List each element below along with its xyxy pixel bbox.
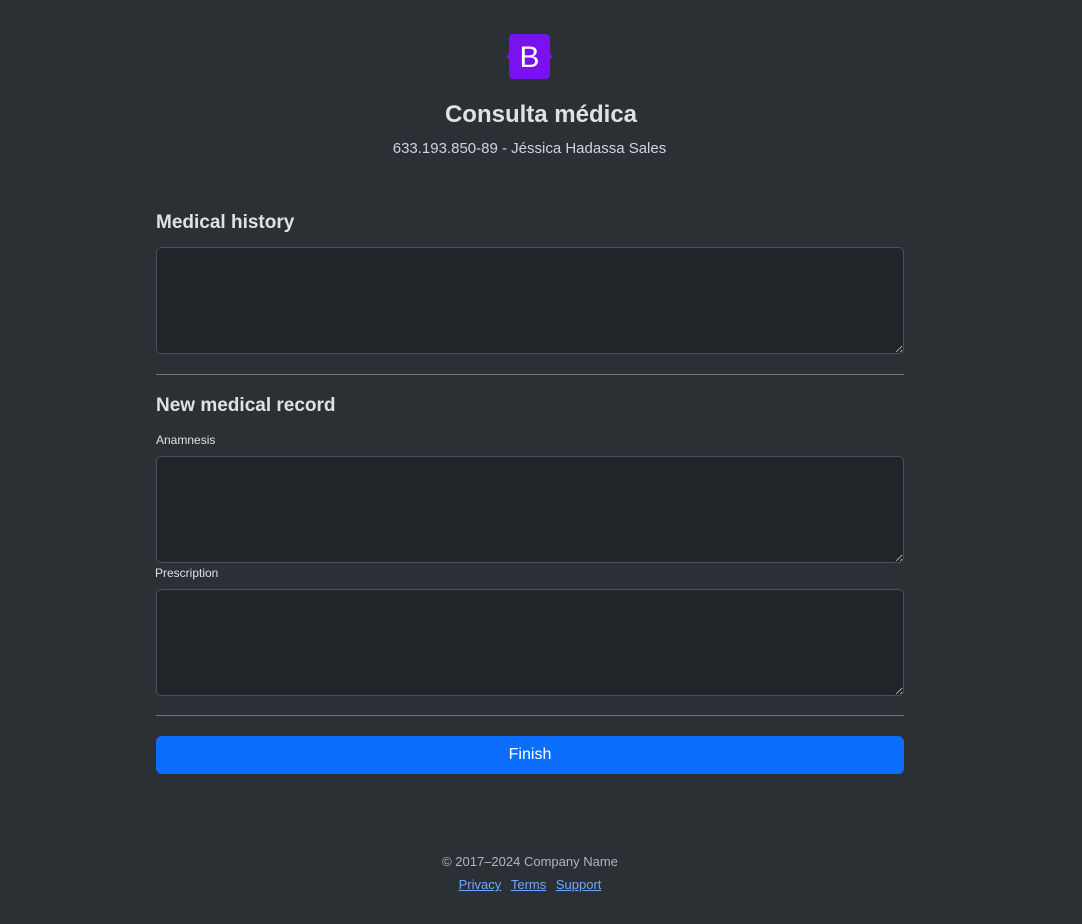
footer-copyright: © 2017–2024 Company Name <box>442 854 618 869</box>
patient-info: 633.193.850-89 - Jéssica Hadassa Sales <box>392 140 667 157</box>
medical-history-heading: Medical history <box>156 212 295 233</box>
bootstrap-logo-icon: B <box>500 33 559 80</box>
footer-links: Privacy Terms Support <box>0 876 1060 893</box>
finish-button[interactable]: Finish <box>156 736 904 774</box>
page: B Consulta médica 633.193.850-89 - Jéssi… <box>0 0 1082 924</box>
support-link[interactable]: Support <box>556 877 602 892</box>
privacy-link[interactable]: Privacy <box>459 877 502 892</box>
svg-text:B: B <box>519 41 539 74</box>
page-title: Consulta médica <box>444 101 638 128</box>
prescription-textarea[interactable] <box>156 589 904 696</box>
new-record-heading: New medical record <box>156 395 336 416</box>
medical-history-textarea[interactable] <box>156 247 904 354</box>
actions-divider <box>156 715 904 716</box>
section-divider <box>156 374 904 375</box>
prescription-label: Prescription <box>155 566 219 580</box>
terms-link[interactable]: Terms <box>511 877 546 892</box>
anamnesis-label: Anamnesis <box>156 433 216 447</box>
anamnesis-textarea[interactable] <box>156 456 904 563</box>
